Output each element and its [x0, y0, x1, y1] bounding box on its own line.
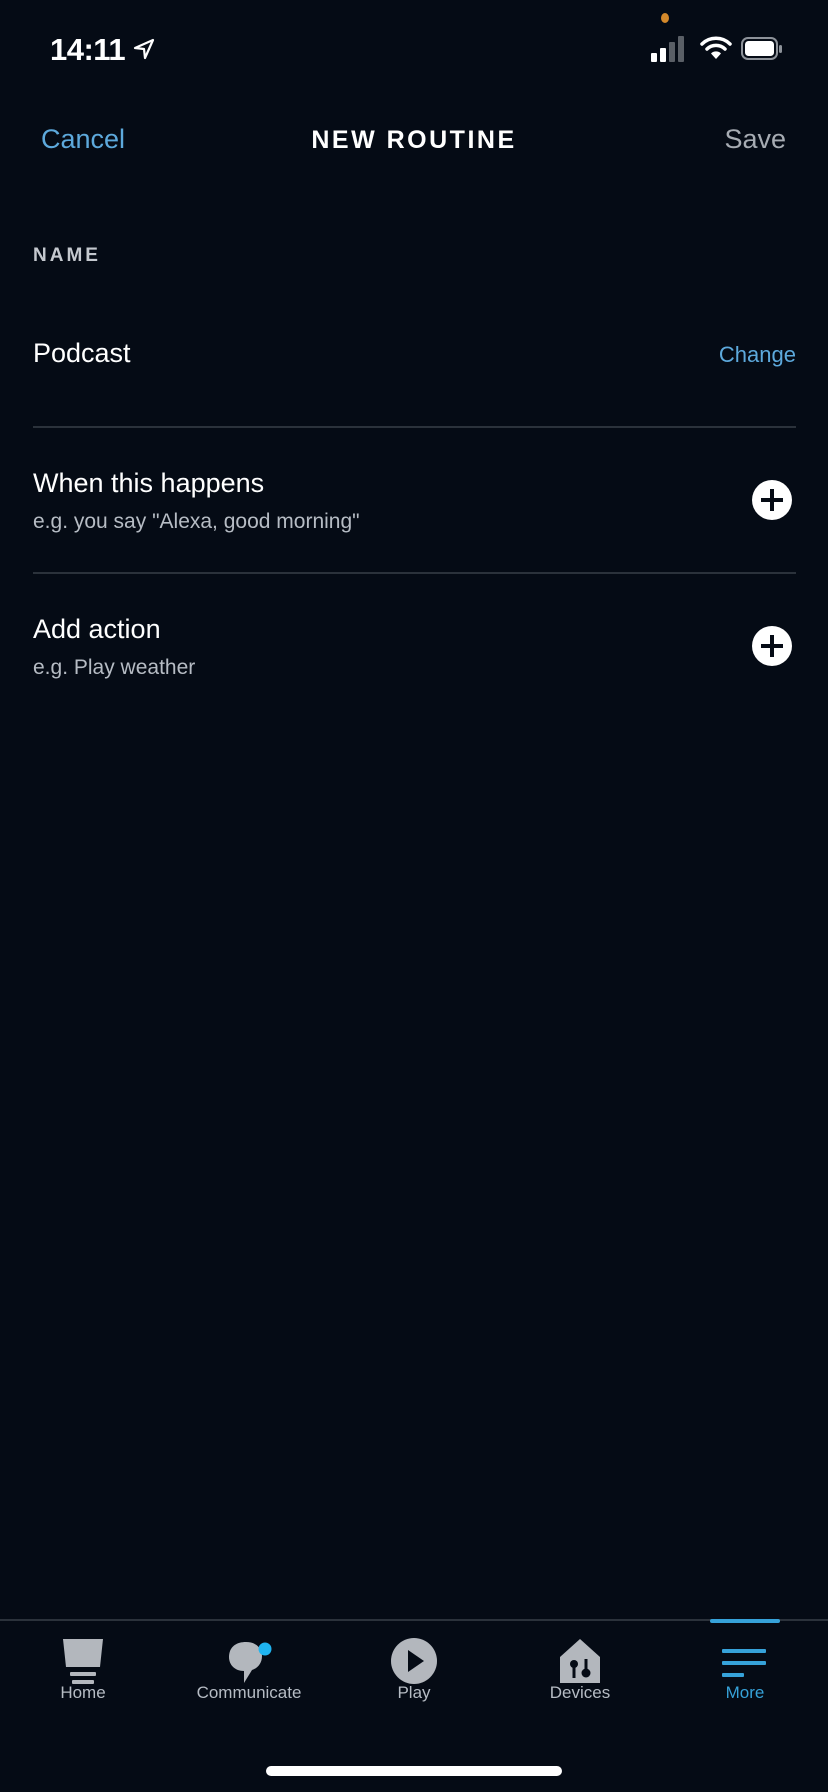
- tab-play[interactable]: Play: [331, 1621, 497, 1721]
- row-title: When this happens: [33, 468, 265, 498]
- page-title: NEW ROUTINE: [311, 126, 517, 154]
- tab-communicate[interactable]: Communicate: [166, 1621, 332, 1721]
- add-action-plus-icon[interactable]: [752, 626, 792, 666]
- home-indicator[interactable]: [266, 1766, 562, 1776]
- tab-label: Devices: [549, 1683, 611, 1702]
- tab-label: Play: [397, 1683, 431, 1702]
- when-this-happens-row[interactable]: When this happens e.g. you say "Alexa, g…: [33, 468, 796, 568]
- tab-more[interactable]: More: [662, 1621, 828, 1721]
- name-section-label: NAME: [33, 245, 101, 266]
- change-name-button[interactable]: Change: [719, 342, 796, 368]
- tab-home[interactable]: Home: [0, 1621, 166, 1721]
- play-icon: [391, 1638, 437, 1684]
- divider: [33, 572, 796, 574]
- tab-label: More: [725, 1683, 765, 1702]
- nav-header: Cancel NEW ROUTINE Save: [0, 110, 828, 172]
- add-action-row[interactable]: Add action e.g. Play weather: [33, 614, 796, 714]
- chat-bubble-icon: [229, 1642, 272, 1683]
- row-title: Add action: [33, 614, 161, 644]
- home-icon: [63, 1639, 103, 1684]
- cellular-signal-icon: [651, 36, 691, 62]
- add-trigger-plus-icon[interactable]: [752, 480, 792, 520]
- routine-name-value: Podcast: [33, 338, 131, 368]
- tab-label: Communicate: [196, 1683, 302, 1702]
- tab-label: Home: [60, 1683, 106, 1702]
- wifi-icon: [700, 36, 732, 59]
- battery-icon: [741, 37, 782, 60]
- mic-indicator-dot: [661, 13, 669, 23]
- row-subtitle: e.g. you say "Alexa, good morning": [33, 510, 360, 533]
- status-bar: 14:11: [0, 0, 828, 100]
- divider: [33, 426, 796, 428]
- routine-name-row: Podcast Change: [33, 330, 796, 380]
- menu-icon: [722, 1649, 766, 1677]
- save-button[interactable]: Save: [724, 124, 786, 155]
- location-arrow-icon: [133, 38, 155, 60]
- status-time: 14:11: [50, 32, 126, 67]
- row-subtitle: e.g. Play weather: [33, 656, 196, 679]
- devices-icon: [560, 1639, 600, 1683]
- tab-devices[interactable]: Devices: [497, 1621, 663, 1721]
